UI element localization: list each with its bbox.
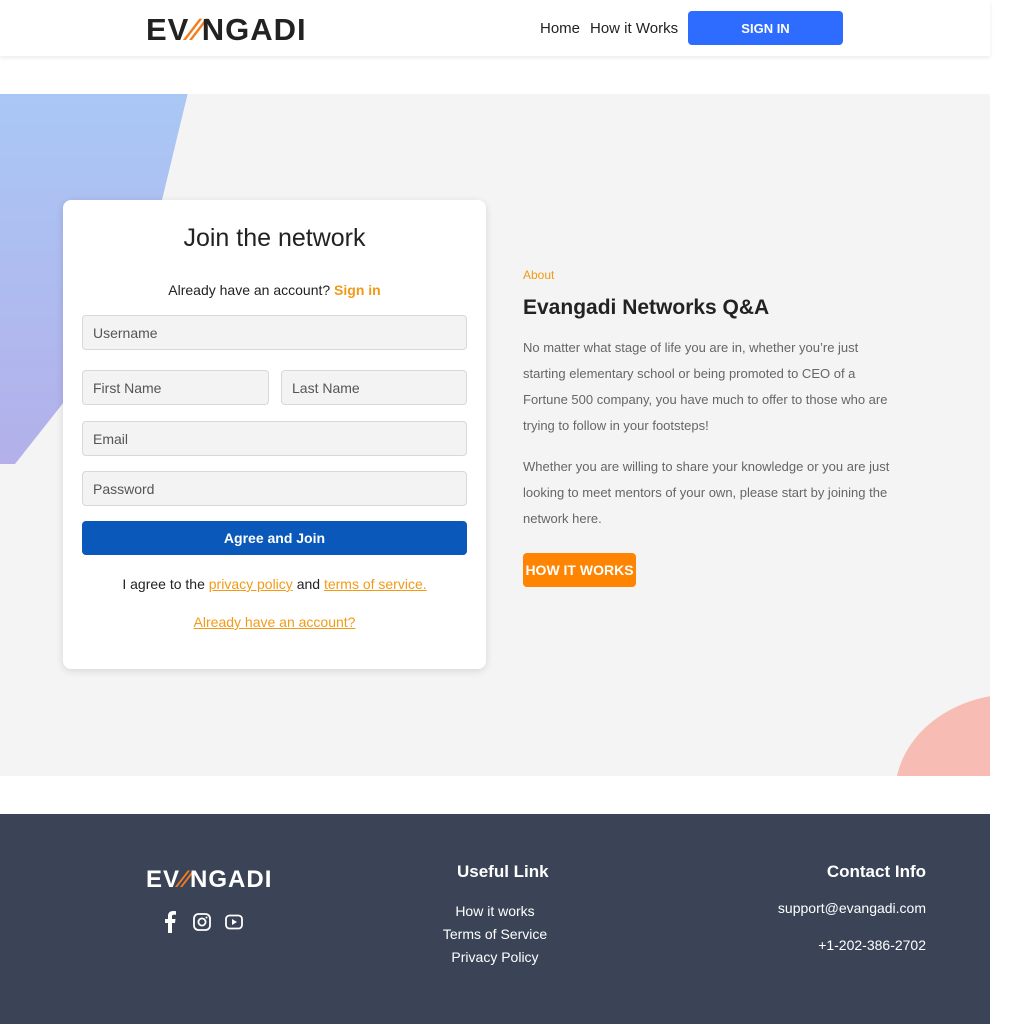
about-title: Evangadi Networks Q&A: [523, 296, 770, 319]
nav-home-link[interactable]: Home: [540, 20, 580, 37]
footer-logo-text-ngadi: NGADI: [190, 866, 273, 893]
nav-how-it-works-link[interactable]: How it Works: [590, 20, 678, 37]
footer-link-privacy[interactable]: Privacy Policy: [395, 946, 595, 969]
contact-email[interactable]: support@evangadi.com: [778, 900, 926, 916]
privacy-policy-link[interactable]: privacy policy: [209, 576, 293, 592]
footer-link-terms[interactable]: Terms of Service: [395, 923, 595, 946]
signin-prompt-text: Already have an account?: [168, 282, 331, 298]
first-name-input[interactable]: [82, 370, 269, 405]
footer-link-how-it-works[interactable]: How it works: [395, 900, 595, 923]
agree-and-join-button[interactable]: Agree and Join: [82, 521, 467, 555]
username-input[interactable]: [82, 315, 467, 350]
email-input[interactable]: [82, 421, 467, 456]
agreement-text: I agree to the privacy policy and terms …: [63, 576, 486, 592]
join-section: Join the network Already have an account…: [0, 94, 990, 776]
contact-phone[interactable]: +1-202-386-2702: [818, 937, 926, 953]
decorative-blob-right: [895, 694, 990, 776]
site-footer: EV ∕∕ NGADI Useful Link How it works Terms…: [0, 814, 990, 1024]
useful-links-list: How it works Terms of Service Privacy Po…: [395, 900, 595, 969]
about-paragraph-2: Whether you are willing to share your kn…: [523, 459, 890, 526]
password-input[interactable]: [82, 471, 467, 506]
social-links: [160, 910, 244, 934]
about-paragraph-1: No matter what stage of life you are in,…: [523, 340, 888, 433]
footer-logo[interactable]: EV ∕∕ NGADI: [146, 866, 272, 894]
logo-text-ev: EV: [146, 12, 190, 47]
signin-prompt: Already have an account? Sign in: [63, 282, 486, 298]
already-have-account-link[interactable]: Already have an account?: [194, 614, 356, 630]
about-label: About: [523, 268, 555, 282]
youtube-icon[interactable]: [224, 910, 244, 934]
join-title: Join the network: [183, 224, 366, 252]
signin-link[interactable]: Sign in: [334, 282, 381, 298]
agree-prefix: I agree to the: [122, 576, 205, 592]
join-card: Join the network Already have an account…: [63, 200, 486, 669]
footer-logo-text-slashes: ∕∕: [180, 866, 191, 893]
instagram-icon[interactable]: [192, 910, 212, 934]
already-account-row: Already have an account?: [63, 614, 486, 630]
logo-text-ngadi: NGADI: [201, 12, 307, 47]
logo-text-slashes: ∕∕: [189, 12, 202, 47]
sign-in-button[interactable]: SIGN IN: [688, 11, 843, 45]
terms-of-service-link[interactable]: terms of service.: [324, 576, 427, 592]
how-it-works-button[interactable]: HOW IT WORKS: [523, 553, 636, 587]
contact-info-title: Contact Info: [826, 862, 926, 881]
agree-and: and: [296, 576, 321, 592]
footer-logo-text-ev: EV: [146, 866, 181, 893]
last-name-input[interactable]: [281, 370, 467, 405]
useful-link-title: Useful Link: [457, 862, 549, 881]
site-header: EV ∕∕ NGADI Home How it Works SIGN IN: [0, 0, 990, 56]
evangadi-logo[interactable]: EV ∕∕ NGADI: [146, 12, 307, 48]
facebook-icon[interactable]: [160, 910, 180, 934]
